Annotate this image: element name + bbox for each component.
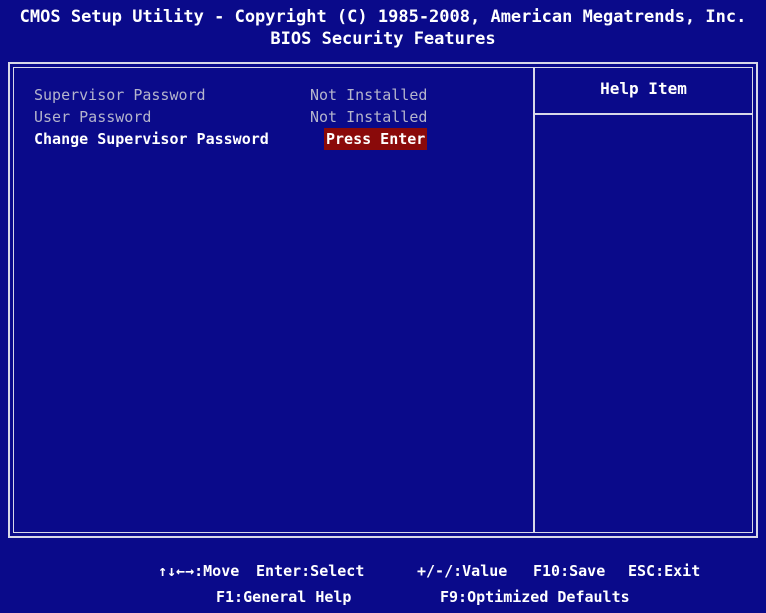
setting-change-supervisor-password[interactable]: Change Supervisor Password Press Enter (34, 128, 534, 150)
settings-panel: Supervisor Password Not Installed User P… (13, 67, 753, 533)
help-divider (535, 113, 752, 115)
move-keys-hint: ↑↓←→:Move (158, 562, 240, 580)
f10-save-hint: F10:Save (533, 562, 606, 580)
copyright-title: CMOS Setup Utility - Copyright (C) 1985-… (19, 7, 747, 27)
setting-value: Not Installed (310, 108, 428, 126)
main-frame: Supervisor Password Not Installed User P… (8, 62, 758, 538)
page-title: BIOS Security Features (270, 29, 496, 49)
panel-divider (533, 68, 535, 532)
setting-value: Not Installed (310, 86, 428, 104)
setting-user-password[interactable]: User Password Not Installed (34, 106, 534, 128)
press-enter-button[interactable]: Press Enter (324, 128, 428, 150)
enter-select-hint: Enter:Select (256, 562, 365, 580)
settings-list: Supervisor Password Not Installed User P… (34, 84, 534, 150)
f1-help-hint: F1:General Help (216, 588, 352, 606)
setting-label: User Password (34, 108, 152, 126)
title-bar: CMOS Setup Utility - Copyright (C) 1985-… (0, 0, 766, 58)
key-legend: ↑↓←→:Move Enter:Select +/-/:Value F10:Sa… (0, 559, 766, 613)
setting-label: Change Supervisor Password (34, 130, 269, 148)
setting-supervisor-password[interactable]: Supervisor Password Not Installed (34, 84, 534, 106)
f9-defaults-hint: F9:Optimized Defaults (440, 588, 630, 606)
value-keys-hint: +/-/:Value (417, 562, 508, 580)
setting-label: Supervisor Password (34, 86, 206, 104)
esc-exit-hint: ESC:Exit (628, 562, 701, 580)
help-item-title: Help Item (600, 79, 687, 98)
